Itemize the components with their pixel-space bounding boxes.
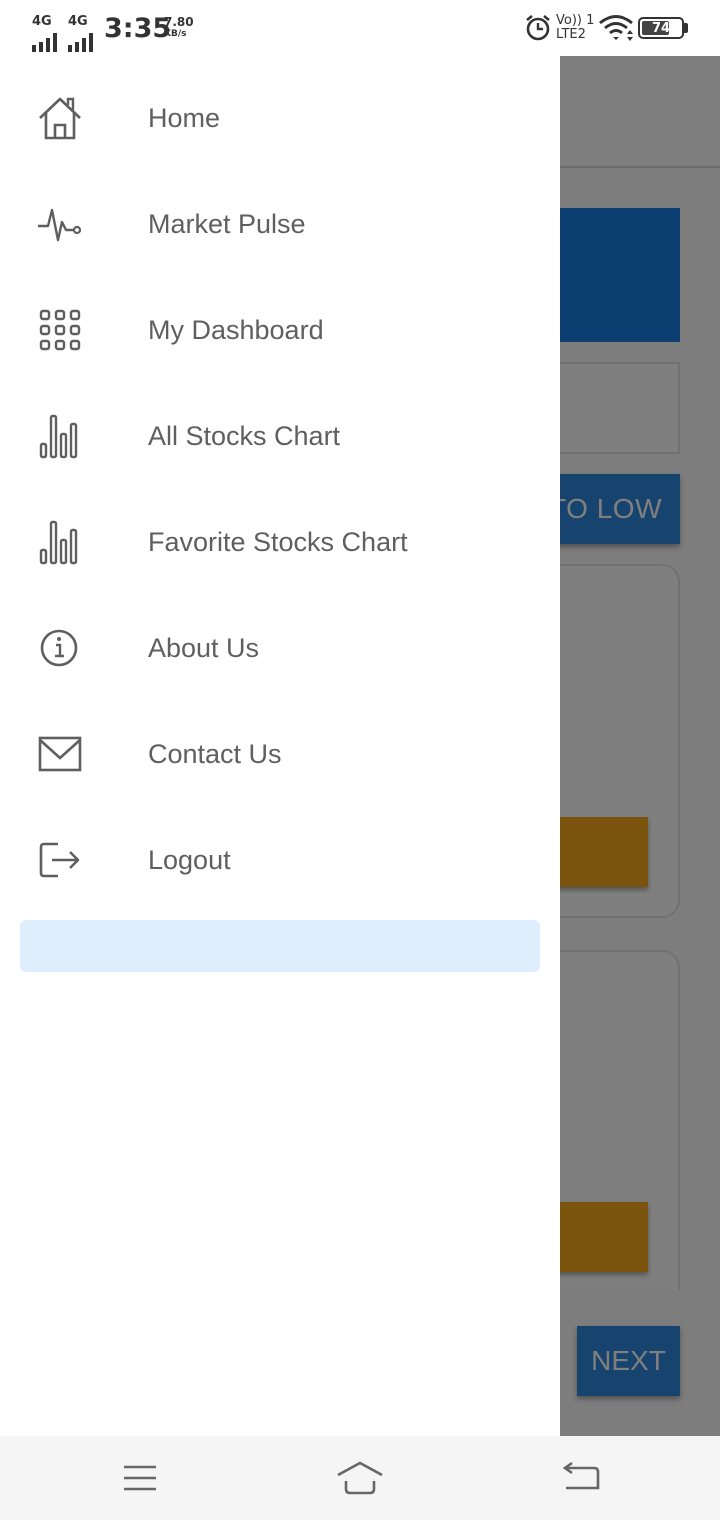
drawer-item-label: Logout [148,844,231,875]
volte-indicator: Vo)) 1 LTE2 [556,14,594,42]
volte-top-label: Vo)) 1 [556,13,595,28]
drawer-item-logout[interactable]: Logout [0,807,560,913]
network-type-label: 4G [32,14,52,29]
home-icon [36,94,84,142]
home-nav-icon [337,1461,383,1495]
network-speed-unit: KB/s [164,29,187,39]
signal-bars-icon [68,33,93,52]
mail-icon [36,730,84,778]
status-time: 3:35 [104,13,172,44]
menu-icon [124,1465,156,1491]
battery-tip [684,23,688,33]
volte-bottom-label: LTE2 [556,27,586,42]
drawer-item-home[interactable]: Home [0,65,560,171]
signal-bars-icon [32,33,57,52]
drawer-item-my-dashboard[interactable]: My Dashboard [0,277,560,383]
drawer-item-market-pulse[interactable]: Market Pulse [0,171,560,277]
drawer-item-label: My Dashboard [148,314,324,345]
bar-chart-icon [36,412,84,460]
drawer-banner [20,920,540,972]
drawer-item-favorite-stocks-chart[interactable]: Favorite Stocks Chart [0,489,560,595]
drawer-item-label: Market Pulse [148,208,306,239]
grid-icon [36,306,84,354]
navigation-drawer: Home Market Pulse My Dashboard All Stock… [0,56,560,1436]
network-speed: 7.80 KB/s [164,16,194,40]
drawer-item-label: All Stocks Chart [148,420,341,451]
back-icon [562,1462,600,1490]
drawer-item-label: Home [148,102,221,133]
drawer-item-label: Favorite Stocks Chart [148,526,408,557]
drawer-item-label: Contact Us [148,738,282,769]
nav-home-button[interactable] [336,1456,384,1500]
info-icon [36,624,84,672]
pulse-icon [36,200,84,248]
alarm-icon [526,14,550,41]
drawer-item-contact-us[interactable]: Contact Us [0,701,560,807]
status-bar: 4G 4G 3:35 7.80 KB/s Vo)) 1 LTE2 74 [0,0,720,56]
bar-chart-icon [36,518,84,566]
battery-level: 74 [651,20,671,36]
drawer-item-about-us[interactable]: About Us [0,595,560,701]
wifi-icon [599,15,633,41]
network-type-label: 4G [68,14,88,29]
nav-menu-button[interactable] [118,1456,162,1500]
network-speed-value: 7.80 [164,15,194,29]
battery-icon: 74 [638,17,684,39]
system-navigation-bar [0,1436,720,1520]
drawer-item-label: About Us [148,632,260,663]
drawer-item-all-stocks-chart[interactable]: All Stocks Chart [0,383,560,489]
nav-back-button[interactable] [558,1456,602,1500]
logout-icon [36,836,84,884]
